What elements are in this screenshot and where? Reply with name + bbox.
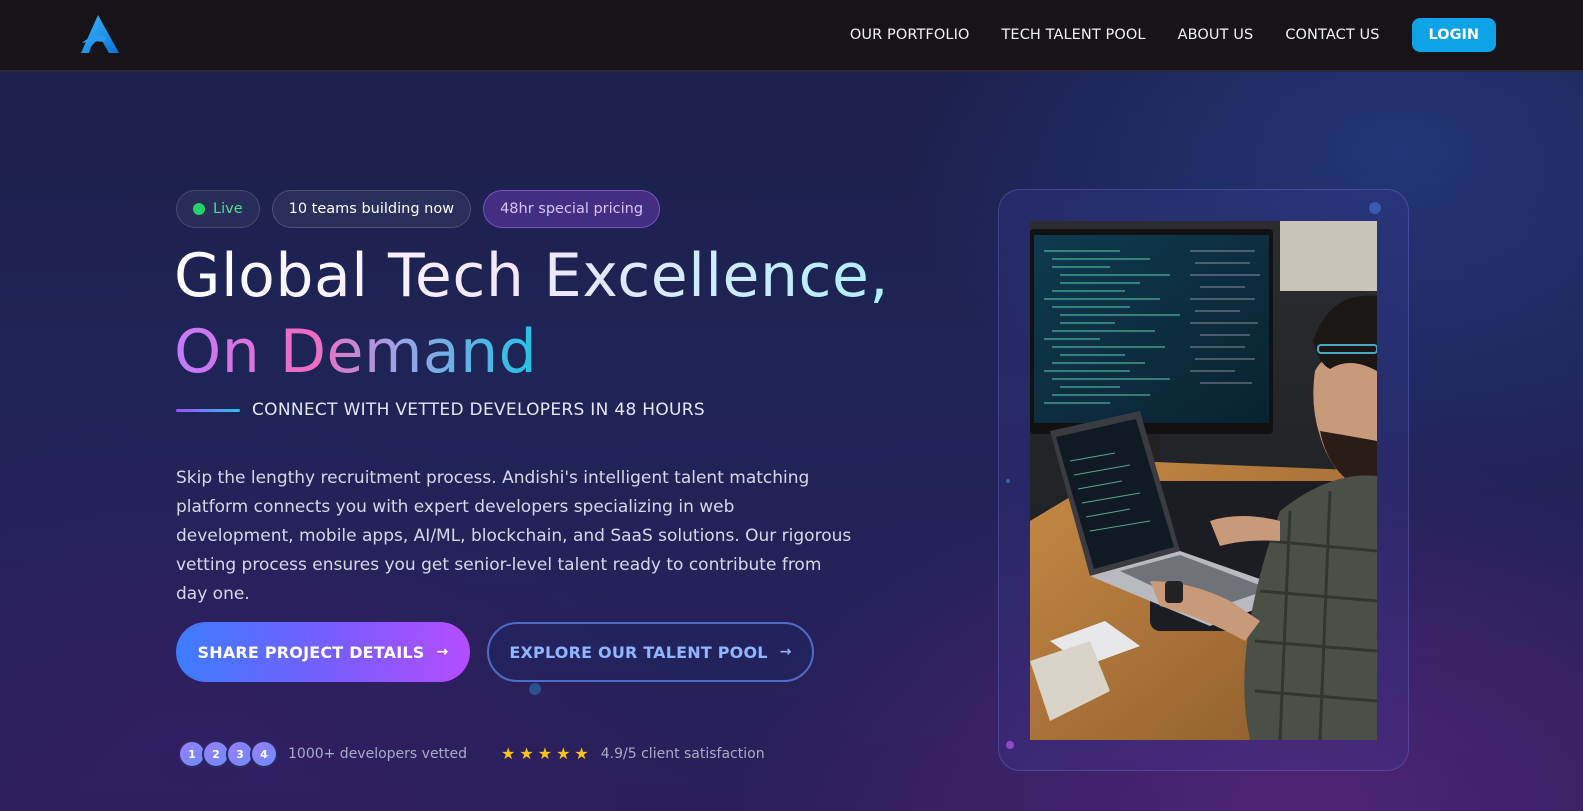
- star-icon: ★: [574, 746, 589, 763]
- nav-contact-us[interactable]: CONTACT US: [1285, 27, 1379, 43]
- nav-tech-talent-pool[interactable]: TECH TALENT POOL: [1001, 27, 1145, 43]
- decorative-dot: [1369, 202, 1381, 214]
- main-nav: OUR PORTFOLIO TECH TALENT POOL ABOUT US …: [818, 18, 1496, 52]
- share-project-details-label: SHARE PROJECT DETAILS: [197, 642, 425, 662]
- star-icon: ★: [501, 746, 516, 763]
- developers-vetted-text: 1000+ developers vetted: [288, 746, 468, 762]
- arrow-right-icon: →: [436, 644, 449, 660]
- live-badge: Live: [176, 190, 260, 228]
- star-icon: ★: [519, 746, 534, 763]
- developer-photo: [1030, 221, 1377, 740]
- hero-image-card: [998, 189, 1409, 771]
- hero-title-line1: Global Tech Excellence,: [174, 238, 934, 314]
- accent-divider: [176, 408, 240, 412]
- live-badge-label: Live: [213, 201, 243, 217]
- star-icon: ★: [537, 746, 553, 763]
- social-proof: 1 2 3 4 1000+ developers vetted ★ ★ ★ ★ …: [178, 740, 765, 768]
- nav-about-us[interactable]: ABOUT US: [1178, 27, 1254, 43]
- hero-description: Skip the lengthy recruitment process. An…: [176, 468, 852, 604]
- andishi-logo-icon[interactable]: [79, 13, 121, 55]
- hero-subtitle: CONNECT WITH VETTED DEVELOPERS IN 48 HOU…: [252, 400, 705, 420]
- rating-stars: ★ ★ ★ ★ ★: [501, 744, 593, 764]
- status-badges: Live 10 teams building now 48hr special …: [176, 190, 672, 228]
- hero-title-line2: On Demand: [174, 314, 537, 390]
- decorative-dot: [1006, 741, 1014, 749]
- client-satisfaction-text: 4.9/5 client satisfaction: [600, 746, 765, 762]
- top-navbar: OUR PORTFOLIO TECH TALENT POOL ABOUT US …: [0, 0, 1583, 72]
- avatar: 4: [250, 740, 278, 768]
- share-project-details-button[interactable]: SHARE PROJECT DETAILS →: [176, 622, 470, 682]
- live-dot-icon: [193, 203, 205, 215]
- teams-badge: 10 teams building now: [271, 190, 472, 228]
- hero-title: Global Tech Excellence, On Demand: [174, 238, 934, 390]
- login-button[interactable]: LOGIN: [1411, 18, 1496, 52]
- decorative-dot: [529, 683, 541, 695]
- pricing-badge: 48hr special pricing: [483, 190, 661, 228]
- explore-talent-pool-label: EXPLORE OUR TALENT POOL: [509, 642, 768, 662]
- explore-talent-pool-button[interactable]: EXPLORE OUR TALENT POOL →: [487, 622, 814, 682]
- arrow-right-icon: →: [779, 644, 792, 660]
- nav-our-portfolio[interactable]: OUR PORTFOLIO: [850, 27, 970, 43]
- star-icon: ★: [556, 746, 571, 763]
- hero-subtitle-row: CONNECT WITH VETTED DEVELOPERS IN 48 HOU…: [176, 400, 705, 420]
